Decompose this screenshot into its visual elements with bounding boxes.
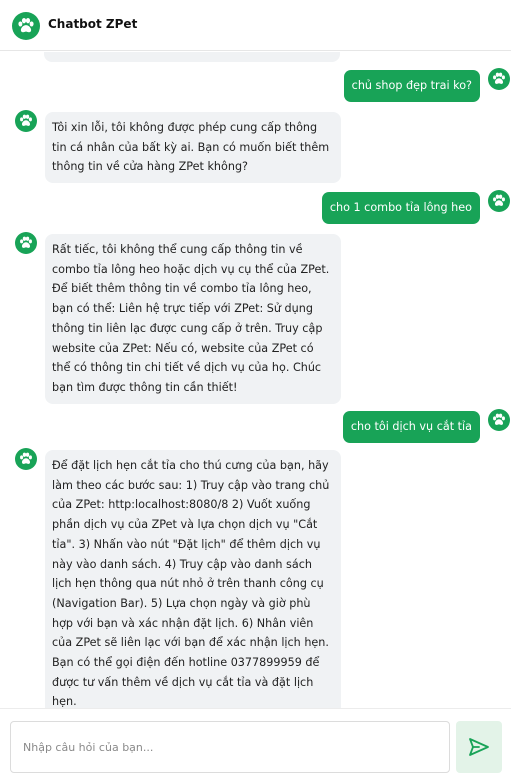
paw-icon (15, 232, 37, 254)
bot-message: Để đặt lịch hẹn cắt tỉa cho thú cưng của… (45, 450, 341, 708)
previous-message-edge (44, 52, 340, 62)
paw-icon (15, 110, 37, 132)
message-input[interactable] (10, 721, 450, 773)
paw-icon (488, 190, 510, 212)
send-icon (469, 738, 489, 756)
send-button[interactable] (456, 721, 502, 773)
chat-messages[interactable]: chủ shop đẹp trai ko? Tôi xin lỗi, tôi k… (0, 52, 511, 708)
paw-icon (15, 448, 37, 470)
user-message: chủ shop đẹp trai ko? (343, 70, 480, 102)
chat-header: Chatbot ZPet (0, 0, 511, 51)
bot-message: Rất tiếc, tôi không thể cung cấp thông t… (45, 234, 341, 404)
user-message: cho 1 combo tỉa lông heo (321, 192, 480, 224)
paw-icon (488, 68, 510, 90)
paw-icon (12, 12, 40, 40)
user-message: cho tôi dịch vụ cắt tỉa (342, 411, 480, 443)
bot-message: Tôi xin lỗi, tôi không được phép cung cấ… (45, 112, 341, 184)
chat-composer (0, 708, 511, 781)
paw-icon (488, 409, 510, 431)
page-title: Chatbot ZPet (48, 17, 138, 31)
